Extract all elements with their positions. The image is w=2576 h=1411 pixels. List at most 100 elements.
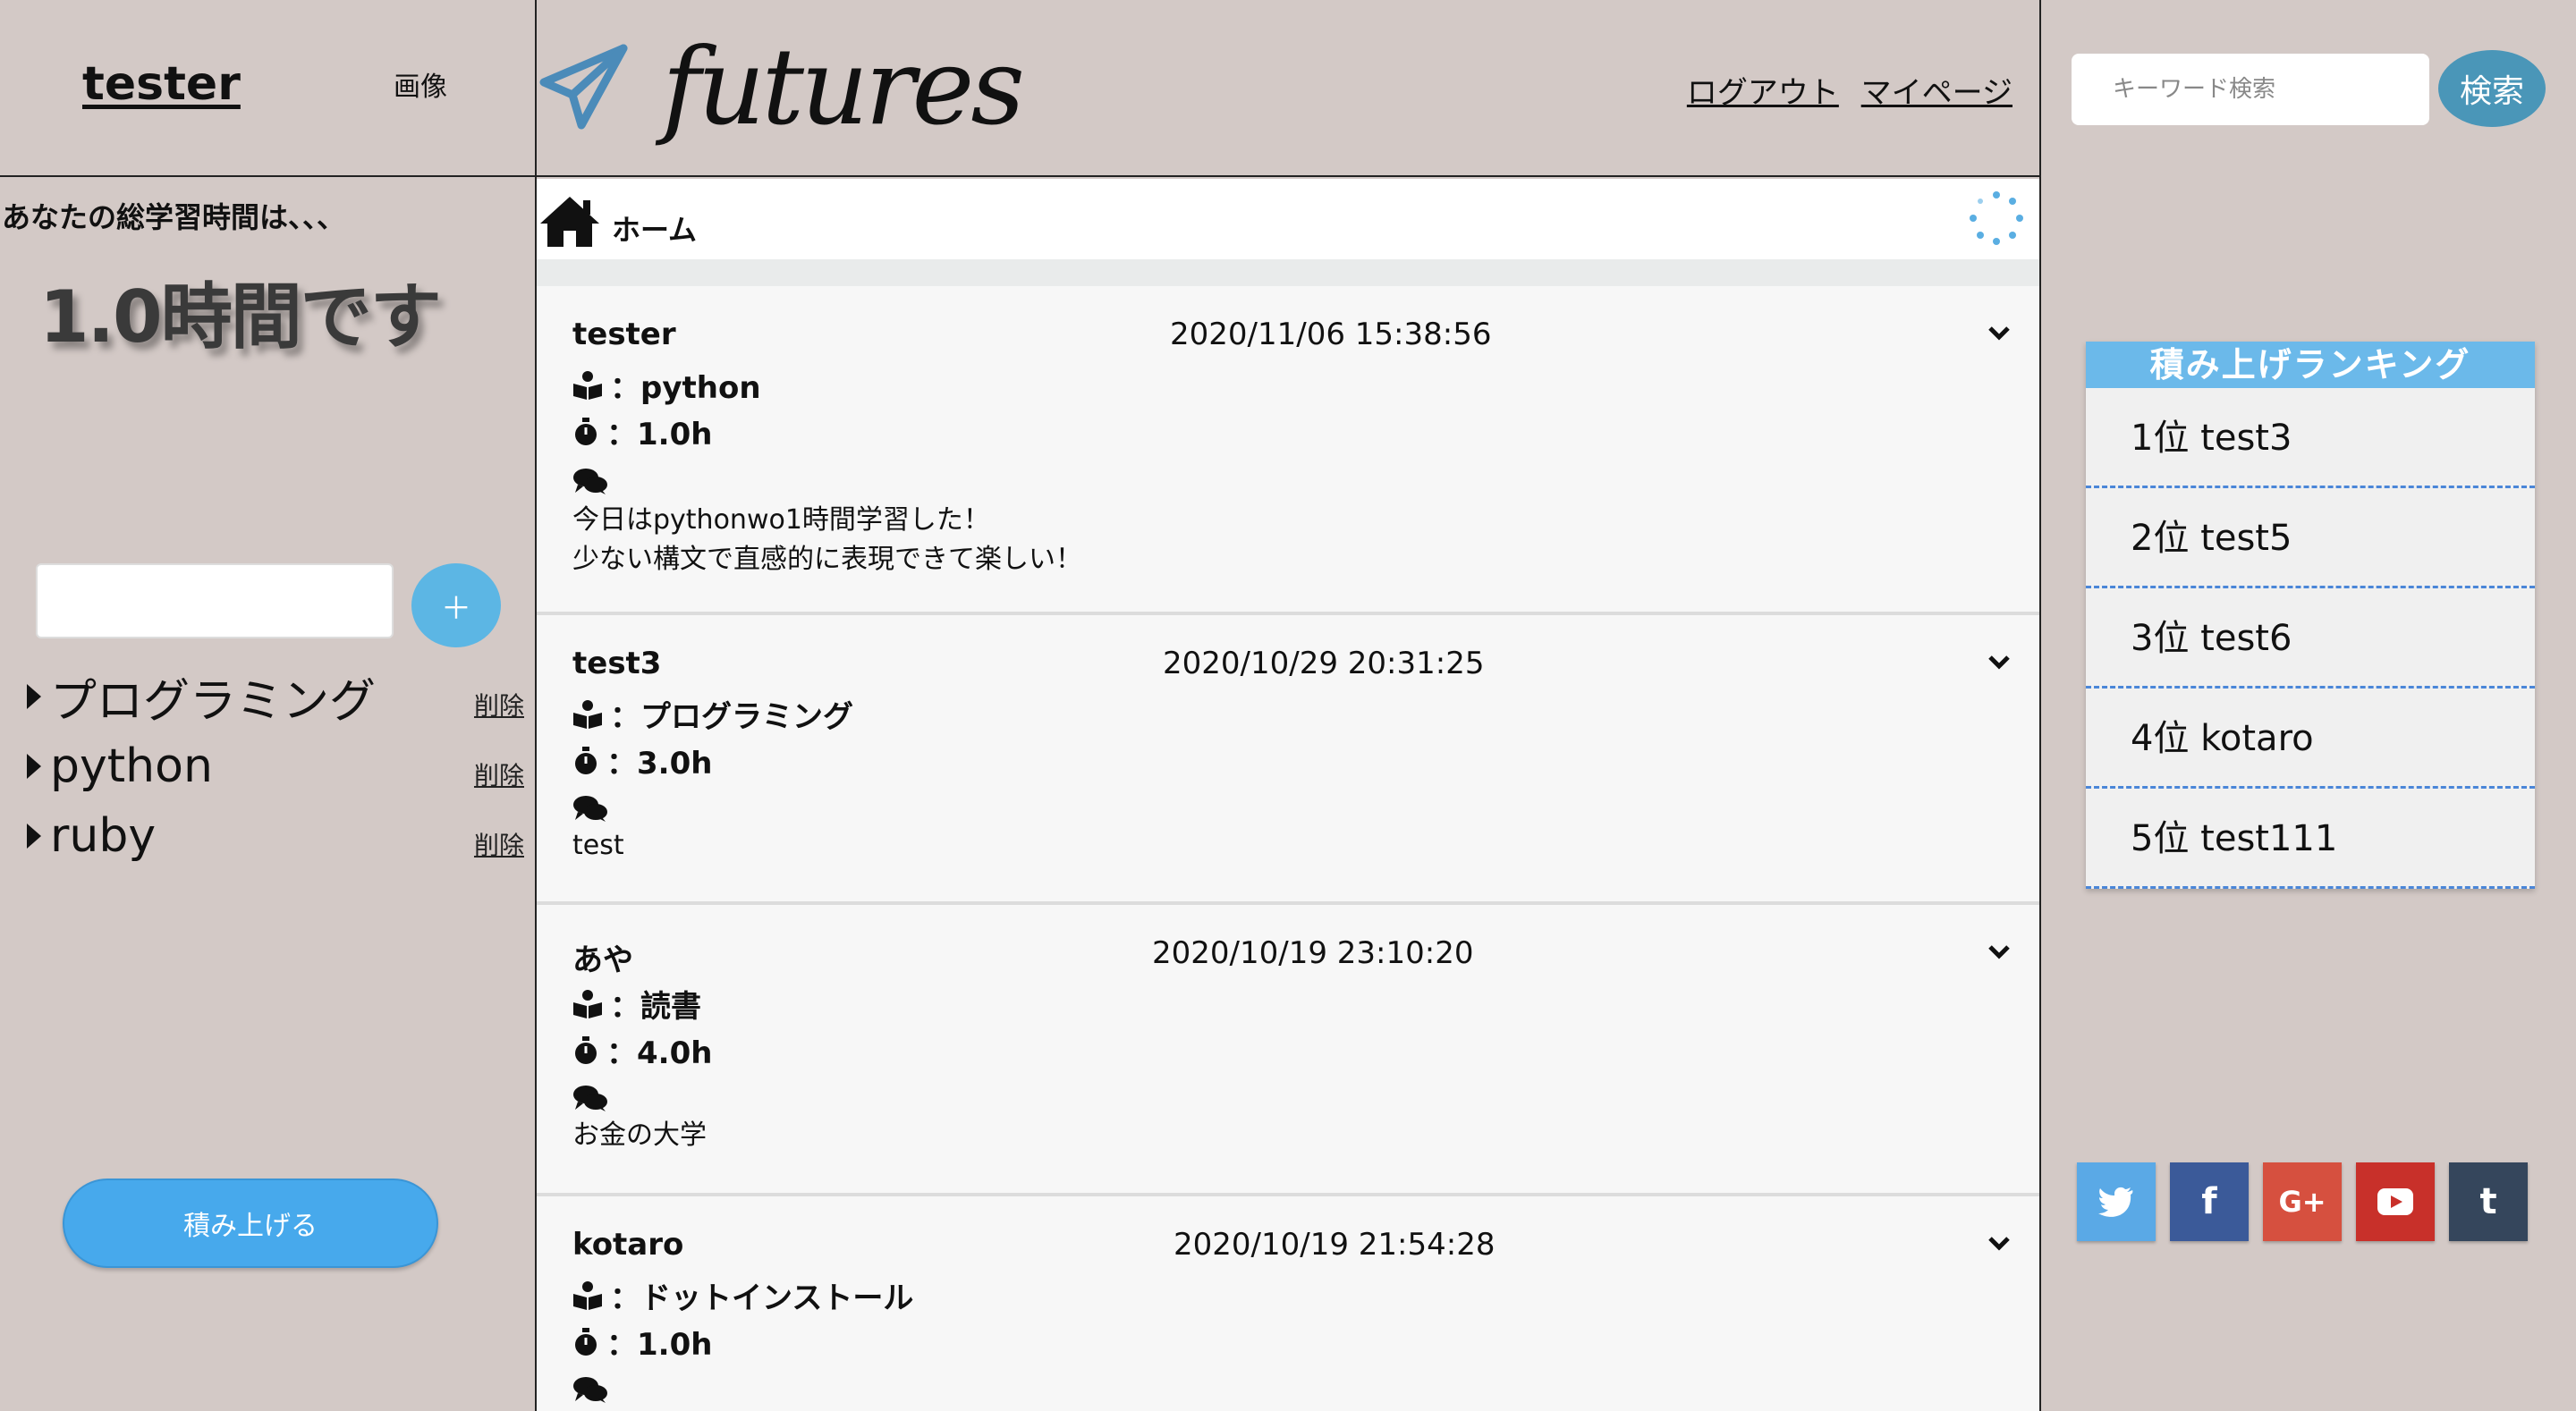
stopwatch-icon	[575, 417, 597, 445]
post-hours-row: ：3.0h	[572, 739, 712, 782]
paper-plane-icon	[539, 44, 628, 130]
post-category-row: ：ドットインストール	[572, 1273, 913, 1317]
book-reader-icon	[573, 370, 602, 400]
loading-spinner-icon	[1970, 191, 2023, 245]
post-category-row: ：プログラミング	[572, 692, 853, 736]
keyword-search-input[interactable]	[2072, 54, 2429, 125]
post-body-line: 今日はpythonwo1時間学習した！	[572, 504, 990, 536]
add-category-button[interactable]: ＋	[411, 563, 501, 647]
post-username[interactable]: kotaro	[572, 1227, 683, 1263]
post-hours: ：1.0h	[606, 1327, 713, 1363]
delete-category-link[interactable]: 削除	[474, 826, 524, 862]
stack-up-button[interactable]: 積み上げる	[63, 1179, 438, 1268]
caret-right-icon	[27, 824, 41, 849]
post-category-row: ：読書	[572, 982, 701, 1026]
post-body: 今日はpythonwo1時間学習した！ 少ない構文で直感的に表現できて楽しい！	[572, 501, 1082, 579]
post-category-row: ：python	[572, 363, 761, 407]
category-list: プログラミング 削除 python 削除 ruby 削除	[27, 662, 528, 871]
home-bar: ホーム	[537, 179, 2039, 259]
post-category: ：読書	[610, 989, 701, 1025]
google-plus-icon[interactable]: G+	[2263, 1162, 2342, 1241]
feed-gap	[537, 259, 2039, 286]
total-study-value: 1.0時間です	[39, 275, 442, 359]
post-date: 2020/11/06 15:38:56	[1170, 317, 1492, 352]
chevron-down-icon[interactable]	[1986, 322, 2012, 343]
stopwatch-icon	[575, 1035, 597, 1064]
comments-icon	[573, 469, 607, 494]
ranking-panel: 積み上げランキング 1位 test3 2位 test5 3位 test6 4位 …	[2086, 342, 2535, 889]
ranking-title: 積み上げランキング	[2086, 342, 2535, 388]
post-card: あや 2020/10/19 23:10:20 ：読書 ：4.0h お金の大学	[537, 905, 2039, 1196]
post-body: お金の大学	[572, 1116, 707, 1155]
right-sidebar: 検索 積み上げランキング 1位 test3 2位 test5 3位 test6 …	[2041, 0, 2576, 1411]
chevron-down-icon[interactable]	[1986, 651, 2012, 672]
post-list: tester 2020/11/06 15:38:56 ：python ：1.0h…	[537, 286, 2039, 1411]
post-body-line: 少ない構文で直感的に表現できて楽しい！	[572, 544, 1082, 575]
left-sidebar: tester 画像 あなたの総学習時間は、、、 1.0時間です ＋ プログラミン…	[0, 0, 535, 1411]
caret-right-icon	[27, 684, 41, 709]
post-username[interactable]: あや	[572, 935, 633, 979]
post-date: 2020/10/19 23:10:20	[1152, 935, 1474, 971]
post-hours: ：3.0h	[606, 746, 713, 782]
book-reader-icon	[573, 989, 602, 1018]
category-item[interactable]: ruby 削除	[27, 801, 528, 871]
main-feed-column: futures ログアウト マイページ ホーム tester 2020/11/0…	[535, 0, 2041, 1411]
ranking-item[interactable]: 2位 test5	[2086, 488, 2535, 588]
chevron-down-icon[interactable]	[1986, 941, 2012, 962]
total-study-label: あなたの総学習時間は、、、	[2, 200, 346, 234]
post-hours-row: ：1.0h	[572, 1320, 712, 1364]
post-username[interactable]: tester	[572, 317, 676, 352]
book-reader-icon	[573, 699, 602, 729]
top-header: futures ログアウト マイページ	[537, 0, 2039, 177]
category-item[interactable]: python 削除	[27, 731, 528, 801]
stopwatch-icon	[575, 746, 597, 774]
search-button[interactable]: 検索	[2438, 50, 2546, 127]
category-name: プログラミング	[50, 674, 377, 729]
post-hours-row: ：4.0h	[572, 1028, 712, 1072]
comments-icon	[573, 796, 607, 822]
delete-category-link[interactable]: 削除	[474, 756, 524, 792]
post-username[interactable]: test3	[572, 646, 661, 681]
mypage-link[interactable]: マイページ	[1861, 75, 2012, 111]
post-category: ：python	[610, 370, 761, 406]
logout-link[interactable]: ログアウト	[1687, 75, 1839, 111]
caret-right-icon	[27, 754, 41, 779]
delete-category-link[interactable]: 削除	[474, 687, 524, 722]
post-date: 2020/10/29 20:31:25	[1163, 646, 1485, 681]
tumblr-icon[interactable]: t	[2449, 1162, 2528, 1241]
category-input[interactable]	[36, 563, 394, 638]
post-body-line: お金の大学	[572, 1120, 707, 1151]
facebook-icon[interactable]: f	[2170, 1162, 2249, 1241]
post-card: kotaro 2020/10/19 21:54:28 ：ドットインストール ：1…	[537, 1196, 2039, 1411]
post-category: ：プログラミング	[610, 699, 853, 735]
social-links: f G+ t	[2077, 1162, 2528, 1241]
post-category: ：ドットインストール	[610, 1280, 914, 1316]
home-label[interactable]: ホーム	[612, 207, 697, 249]
post-body: test	[572, 826, 624, 866]
profile-header: tester 画像	[0, 0, 535, 177]
ranking-item[interactable]: 1位 test3	[2086, 388, 2535, 488]
post-card: test3 2020/10/29 20:31:25 ：プログラミング ：3.0h…	[537, 615, 2039, 905]
site-logo[interactable]: futures	[662, 25, 1025, 148]
username-link[interactable]: tester	[82, 57, 241, 111]
post-hours: ：4.0h	[606, 1035, 713, 1071]
comments-icon	[573, 1086, 607, 1111]
ranking-item[interactable]: 5位 test111	[2086, 789, 2535, 889]
post-hours-row: ：1.0h	[572, 410, 712, 453]
chevron-down-icon[interactable]	[1986, 1232, 2012, 1254]
comments-icon	[573, 1377, 607, 1403]
book-reader-icon	[573, 1280, 602, 1310]
home-icon[interactable]	[538, 195, 601, 249]
post-hours: ：1.0h	[606, 417, 713, 452]
category-item[interactable]: プログラミング 削除	[27, 662, 528, 731]
image-link[interactable]: 画像	[394, 64, 447, 104]
post-date: 2020/10/19 21:54:28	[1174, 1227, 1496, 1263]
youtube-icon[interactable]	[2356, 1162, 2435, 1241]
twitter-icon[interactable]	[2077, 1162, 2156, 1241]
category-name: ruby	[50, 809, 157, 863]
ranking-item[interactable]: 3位 test6	[2086, 588, 2535, 689]
app-root: tester 画像 あなたの総学習時間は、、、 1.0時間です ＋ プログラミン…	[0, 0, 2576, 1411]
post-body-line: test	[572, 830, 624, 861]
post-card: tester 2020/11/06 15:38:56 ：python ：1.0h…	[537, 286, 2039, 615]
ranking-item[interactable]: 4位 kotaro	[2086, 689, 2535, 789]
